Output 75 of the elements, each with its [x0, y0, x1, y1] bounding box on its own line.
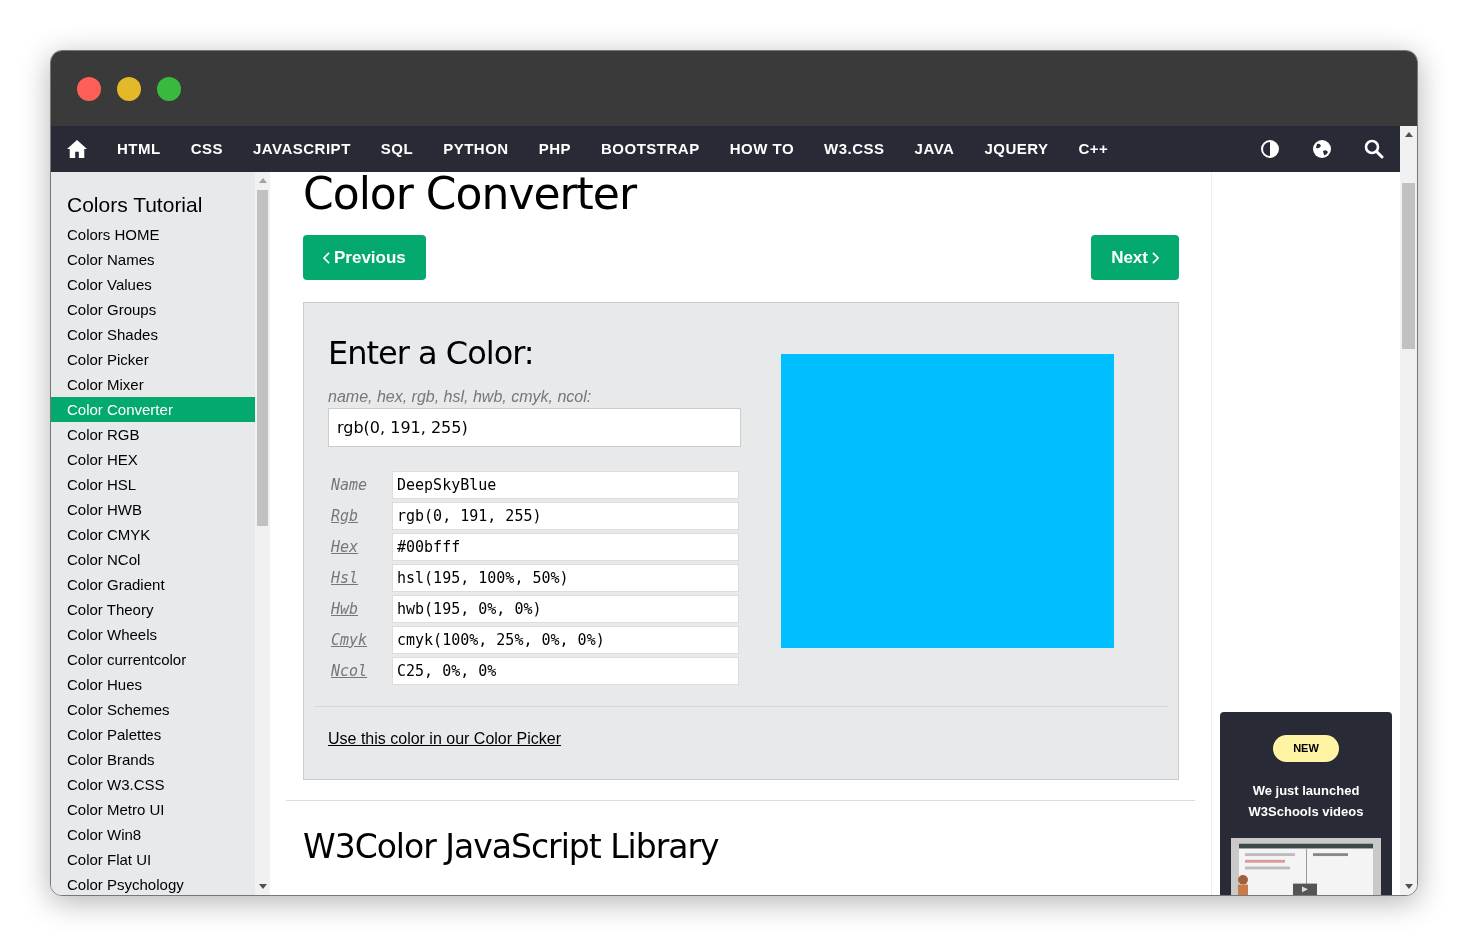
- sidebar-item[interactable]: Color Schemes: [51, 697, 255, 722]
- contrast-icon[interactable]: [1260, 139, 1280, 159]
- value-field[interactable]: cmyk(100%, 25%, 0%, 0%): [392, 626, 739, 654]
- sidebar-item[interactable]: Color Win8: [51, 822, 255, 847]
- close-button[interactable]: [77, 76, 101, 101]
- nav-link[interactable]: CSS: [175, 126, 238, 172]
- nav-link[interactable]: JAVA: [899, 126, 970, 172]
- input-hint: name, hex, rgb, hsl, hwb, cmyk, ncol:: [328, 387, 593, 407]
- nav-link[interactable]: PYTHON: [428, 126, 524, 172]
- scroll-down-icon[interactable]: [1404, 884, 1413, 889]
- search-icon[interactable]: [1364, 139, 1384, 159]
- sidebar-item[interactable]: Color Psychology: [51, 872, 255, 895]
- sidebar-item[interactable]: Color Palettes: [51, 722, 255, 747]
- format-link[interactable]: Hex: [331, 535, 392, 559]
- value-field[interactable]: C25, 0%, 0%: [392, 657, 739, 685]
- sidebar-item[interactable]: Color Gradient: [51, 572, 255, 597]
- sidebar-item[interactable]: Color Names: [51, 247, 255, 272]
- nav-link[interactable]: JQUERY: [969, 126, 1064, 172]
- sidebar-item[interactable]: Color Flat UI: [51, 847, 255, 872]
- minimize-button[interactable]: [117, 76, 141, 101]
- nav-link[interactable]: C++: [1063, 126, 1124, 172]
- sidebar-item[interactable]: Color Picker: [51, 347, 255, 372]
- scrollbar-thumb[interactable]: [1402, 183, 1415, 349]
- page-title: Color Converter: [303, 172, 636, 217]
- sidebar-item[interactable]: Color currentcolor: [51, 647, 255, 672]
- sidebar-item[interactable]: Color Mixer: [51, 372, 255, 397]
- sidebar-item[interactable]: Color Shades: [51, 322, 255, 347]
- ad-text: We just launched W3Schools videos: [1247, 782, 1365, 821]
- chevron-left-icon: [323, 251, 330, 264]
- sidebar-item[interactable]: Color HWB: [51, 497, 255, 522]
- converter-heading: Enter a Color:: [328, 333, 535, 373]
- sidebar-item[interactable]: Color W3.CSS: [51, 772, 255, 797]
- nav-link[interactable]: W3.CSS: [809, 126, 900, 172]
- format-link[interactable]: Rgb: [331, 504, 392, 528]
- value-field[interactable]: rgb(0, 191, 255): [392, 502, 739, 530]
- sidebar-item[interactable]: Color Brands: [51, 747, 255, 772]
- sidebar-item[interactable]: Color HEX: [51, 447, 255, 472]
- sidebar-item[interactable]: Color HSL: [51, 472, 255, 497]
- format-link[interactable]: Cmyk: [331, 628, 392, 652]
- format-link[interactable]: Ncol: [331, 659, 392, 683]
- scrollbar-thumb[interactable]: [257, 190, 268, 526]
- sidebar-item[interactable]: Color Wheels: [51, 622, 255, 647]
- value-field[interactable]: DeepSkyBlue: [392, 471, 739, 499]
- home-icon[interactable]: [66, 139, 88, 159]
- format-link[interactable]: Hsl: [331, 566, 392, 590]
- chevron-right-icon: [1152, 251, 1159, 264]
- format-link[interactable]: Hwb: [331, 597, 392, 621]
- nav-link[interactable]: JAVASCRIPT: [238, 126, 366, 172]
- sidebar-item[interactable]: Color Hues: [51, 672, 255, 697]
- value-field[interactable]: hsl(195, 100%, 50%): [392, 564, 739, 592]
- sidebar-item[interactable]: Color CMYK: [51, 522, 255, 547]
- nav-link[interactable]: HTML: [102, 126, 176, 172]
- color-picker-link[interactable]: Use this color in our Color Picker: [328, 727, 561, 751]
- sidebar-item[interactable]: Color NCol: [51, 547, 255, 572]
- value-field[interactable]: hwb(195, 0%, 0%): [392, 595, 739, 623]
- nav-link[interactable]: BOOTSTRAP: [586, 126, 715, 172]
- nav-link[interactable]: HOW TO: [714, 126, 810, 172]
- globe-icon[interactable]: [1312, 139, 1332, 159]
- sidebar-item[interactable]: Color RGB: [51, 422, 255, 447]
- format-label: Name: [331, 474, 369, 496]
- sidebar-item[interactable]: Color Metro UI: [51, 797, 255, 822]
- sidebar-item[interactable]: Color Groups: [51, 297, 255, 322]
- value-field[interactable]: #00bfff: [392, 533, 739, 561]
- sidebar-title: Colors Tutorial: [66, 192, 204, 218]
- nav-link[interactable]: SQL: [365, 126, 429, 172]
- scroll-down-icon[interactable]: [258, 884, 267, 889]
- new-badge: NEW: [1273, 735, 1339, 762]
- maximize-button[interactable]: [157, 76, 181, 101]
- sidebar-item[interactable]: Color Theory: [51, 597, 255, 622]
- nav-link[interactable]: PHP: [523, 126, 586, 172]
- sidebar-item[interactable]: Colors HOME: [51, 222, 255, 247]
- color-input-field[interactable]: rgb(0, 191, 255): [328, 408, 741, 447]
- sidebar-item[interactable]: Color Values: [51, 272, 255, 297]
- section-heading: W3Color JavaScript Library: [303, 827, 719, 867]
- scroll-up-icon[interactable]: [1404, 132, 1413, 137]
